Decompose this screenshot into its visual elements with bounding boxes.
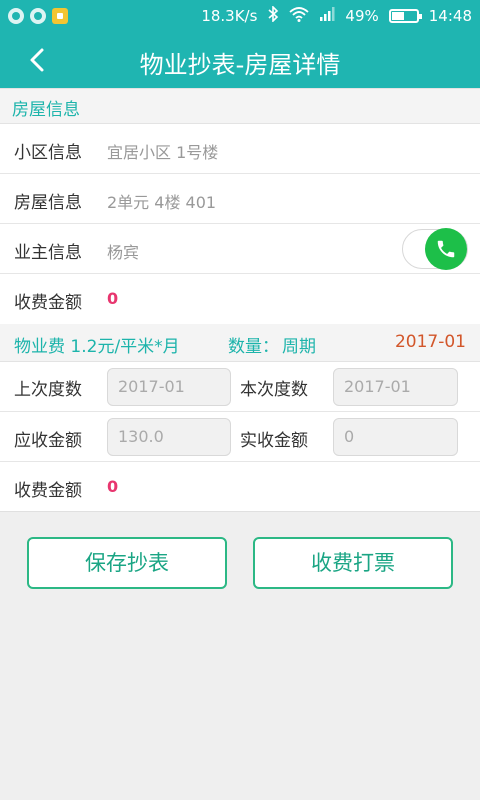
fee-header: 物业费 1.2元/平米*月 数量： 周期 2017-01 <box>0 324 480 362</box>
row-value: 杨宾 <box>107 243 140 262</box>
status-indicators: 18.3K/s 49% 14:48 <box>201 5 472 26</box>
row-value: 宜居小区 1号楼 <box>107 143 219 162</box>
app-bar: 物业抄表-房屋详情 <box>0 32 480 88</box>
save-reading-button[interactable]: 保存抄表 <box>27 537 227 589</box>
app-notification-icon <box>30 8 46 24</box>
info-row-community: 小区信息 宜居小区 1号楼 <box>0 124 480 174</box>
row-value: 2单元 4楼 401 <box>107 193 217 212</box>
status-bar: 18.3K/s 49% 14:48 <box>0 0 480 32</box>
paid-amount-label: 实收金额 <box>240 431 308 451</box>
signal-icon <box>319 7 335 25</box>
due-amount-field[interactable]: 130.0 <box>107 418 231 456</box>
row-label: 收费金额 <box>14 293 82 313</box>
charge-amount-label: 收费金额 <box>14 481 82 501</box>
row-label: 业主信息 <box>14 243 82 263</box>
fee-name: 物业费 1.2元/平米*月 <box>14 337 180 357</box>
notification-icons <box>8 8 68 24</box>
last-reading-label: 上次度数 <box>14 380 82 400</box>
quantity-value: 周期 <box>282 337 316 357</box>
call-button[interactable] <box>425 228 467 270</box>
charge-amount-value: 0 <box>107 477 119 496</box>
this-reading-label: 本次度数 <box>240 380 308 400</box>
battery-level <box>391 12 404 20</box>
fee-period: 2017-01 <box>394 332 466 352</box>
section-title-house: 房屋信息 <box>0 88 480 124</box>
last-reading-field[interactable]: 2017-01 <box>107 368 231 406</box>
call-owner-toggle[interactable] <box>402 228 468 270</box>
clock: 14:48 <box>428 7 472 25</box>
paid-amount-field[interactable]: 0 <box>333 418 458 456</box>
info-row-house: 房屋信息 2单元 4楼 401 <box>0 174 480 224</box>
app-notification-icon <box>8 8 24 24</box>
network-speed: 18.3K/s <box>201 7 258 25</box>
row-label: 房屋信息 <box>14 193 82 213</box>
charge-print-button[interactable]: 收费打票 <box>253 537 453 589</box>
house-info-card: 小区信息 宜居小区 1号楼 房屋信息 2单元 4楼 401 业主信息 杨宾 收费… <box>0 124 480 324</box>
meter-card: 上次度数 2017-01 本次度数 2017-01 应收金额 130.0 实收金… <box>0 362 480 512</box>
due-amount-label: 应收金额 <box>14 431 82 451</box>
amount-value: 0 <box>107 289 119 308</box>
wifi-icon <box>289 6 310 26</box>
quantity-label: 数量： <box>228 337 279 357</box>
row-label: 小区信息 <box>14 143 82 163</box>
meter-row-readings: 上次度数 2017-01 本次度数 2017-01 <box>0 362 480 412</box>
page-title: 物业抄表-房屋详情 <box>139 51 341 79</box>
info-row-owner: 业主信息 杨宾 <box>0 224 480 274</box>
battery-percent: 49% <box>345 7 379 25</box>
battery-icon <box>388 9 422 23</box>
meter-row-charge: 收费金额 0 <box>0 462 480 512</box>
info-row-amount: 收费金额 0 <box>0 274 480 324</box>
meter-row-amounts: 应收金额 130.0 实收金额 0 <box>0 412 480 462</box>
phone-icon <box>437 240 455 258</box>
bluetooth-icon <box>267 5 279 26</box>
this-reading-field[interactable]: 2017-01 <box>333 368 458 406</box>
photo-notification-icon <box>52 8 68 24</box>
